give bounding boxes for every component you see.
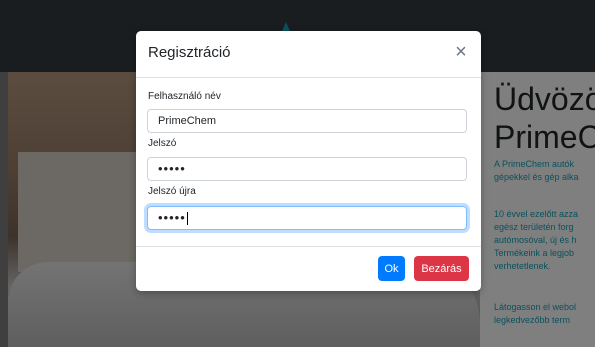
password-label: Jelszó	[148, 138, 177, 149]
registration-modal: Regisztráció × Felhasználó név PrimeChem…	[136, 31, 481, 291]
username-input[interactable]: PrimeChem	[147, 109, 467, 133]
password-again-input[interactable]: •••••	[147, 206, 467, 230]
ok-button[interactable]: Ok	[378, 256, 405, 281]
modal-title: Regisztráció	[148, 44, 231, 61]
modal-header: Regisztráció ×	[136, 31, 481, 78]
modal-footer-divider	[136, 246, 481, 247]
close-button[interactable]: Bezárás	[414, 256, 469, 281]
close-icon[interactable]: ×	[451, 42, 471, 62]
password-input[interactable]: •••••	[147, 157, 467, 181]
password-again-label: Jelszó újra	[148, 186, 196, 197]
text-caret	[186, 212, 188, 226]
username-label: Felhasználó név	[148, 91, 221, 102]
password-again-value: •••••	[158, 210, 186, 225]
